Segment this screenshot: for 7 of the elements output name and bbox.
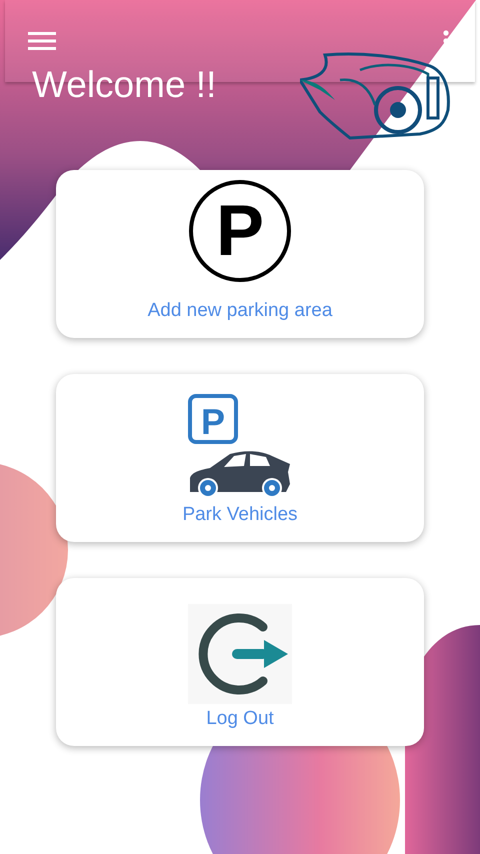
menu-icon[interactable]: [28, 32, 56, 50]
menu-card[interactable]: P Add new parking area: [56, 170, 424, 338]
menu-card[interactable]: P Park Vehicles: [56, 374, 424, 542]
menu-card[interactable]: Log Out: [56, 578, 424, 746]
parking-sign-icon: P: [188, 179, 292, 283]
logout-icon: [188, 604, 292, 704]
welcome-title: Welcome !!: [32, 64, 216, 106]
